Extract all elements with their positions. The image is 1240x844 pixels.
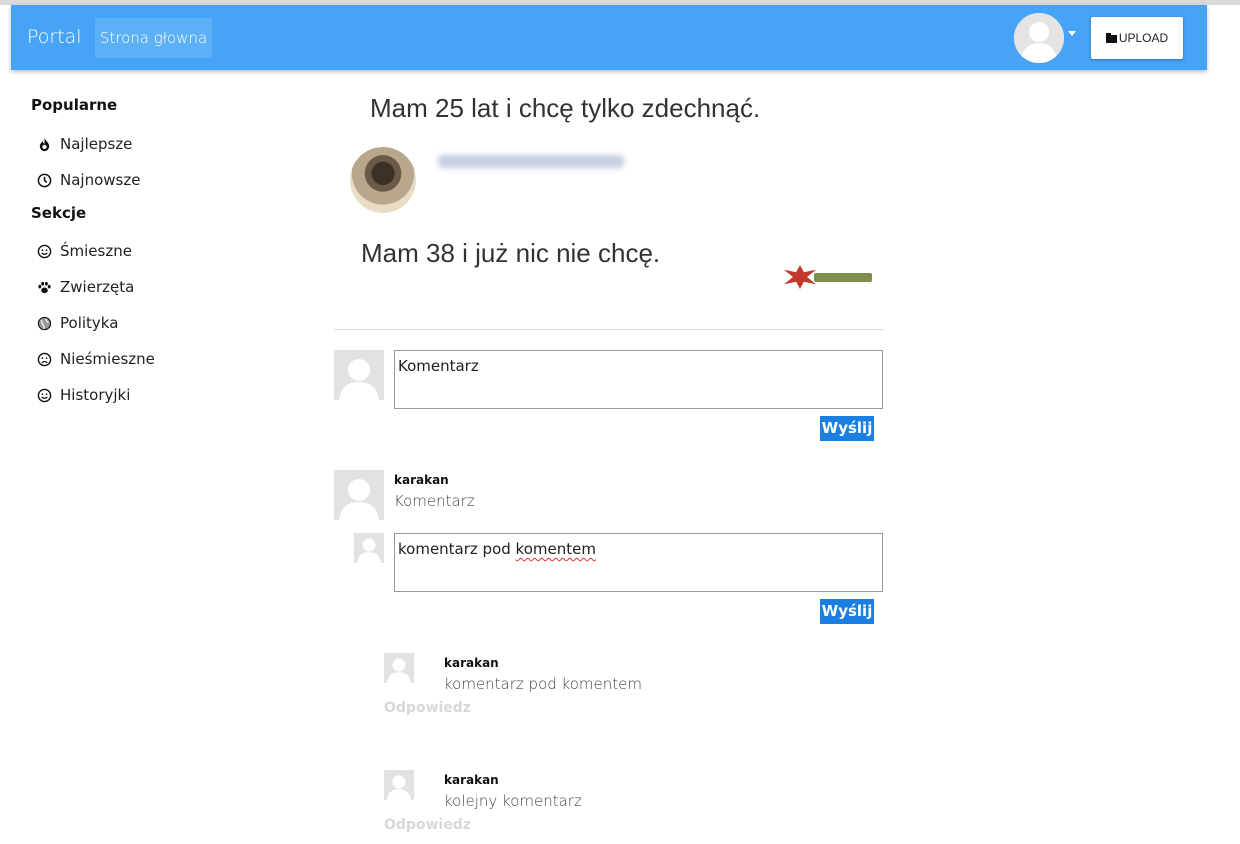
sidebar-item-zwierzeta[interactable]: Zwierzęta (31, 269, 291, 305)
sidebar: Popularne Najlepsze Najnowsze Sekcje Śmi… (31, 96, 291, 413)
sidebar-item-najlepsze[interactable]: Najlepsze (31, 126, 291, 162)
smile-icon (36, 243, 52, 259)
chevron-down-icon[interactable] (1068, 31, 1076, 36)
smile-icon (36, 387, 52, 403)
sidebar-item-label: Nieśmieszne (60, 350, 155, 368)
comment-text: Komentarz (394, 492, 475, 510)
current-user-avatar (334, 350, 384, 400)
reply-link[interactable]: Odpowiedz (384, 817, 471, 833)
sidebar-item-label: Najlepsze (60, 135, 133, 153)
nav-home-link[interactable]: Strona głowna (95, 18, 212, 58)
sidebar-item-label: Zwierzęta (60, 278, 135, 296)
reply-author-avatar (384, 770, 414, 800)
brand-link[interactable]: Portal (27, 26, 82, 48)
post-author-photo (350, 147, 416, 213)
post-text-line-1: Mam 25 lat i chcę tylko zdechnąć. (370, 93, 761, 123)
sidebar-item-najnowsze[interactable]: Najnowsze (31, 162, 291, 198)
upload-button[interactable]: UPLOAD (1091, 17, 1183, 59)
user-silhouette-icon (384, 653, 414, 683)
reply-input-value: komentarz pod komentem (398, 540, 596, 558)
watermark-logo (784, 265, 876, 291)
user-silhouette-icon (354, 533, 384, 563)
sidebar-item-label: Polityka (60, 314, 119, 332)
post-text-line-2: Mam 38 i już nic nie chcę. (361, 238, 661, 268)
fire-icon (36, 136, 52, 152)
sidebar-item-label: Historyjki (60, 386, 131, 404)
sidebar-item-label: Najnowsze (60, 171, 141, 189)
reply-author[interactable]: karakan (444, 773, 499, 787)
user-silhouette-icon (1014, 13, 1064, 63)
spellcheck-misspelled-word: komentem (515, 540, 596, 558)
globe-icon (36, 315, 52, 331)
upload-button-label: UPLOAD (1118, 31, 1169, 45)
comment-input-value: Komentarz (398, 357, 479, 375)
post-image[interactable]: Mam 25 lat i chcę tylko zdechnąć. Mam 38… (334, 85, 884, 295)
reply-user-avatar (354, 533, 384, 563)
send-reply-button[interactable]: Wyślij (820, 599, 874, 624)
sidebar-item-polityka[interactable]: Polityka (31, 305, 291, 341)
user-avatar[interactable] (1014, 13, 1064, 63)
sidebar-heading-sections: Sekcje (31, 204, 87, 222)
post-divider (334, 329, 884, 330)
sidebar-item-niesmieszne[interactable]: Nieśmieszne (31, 341, 291, 377)
reply-author[interactable]: karakan (444, 656, 499, 670)
user-silhouette-icon (334, 350, 384, 400)
reply-input[interactable]: komentarz pod komentem (394, 533, 883, 592)
reply-input-text: komentarz pod (398, 540, 516, 558)
paw-icon (36, 279, 52, 295)
user-silhouette-icon (384, 770, 414, 800)
frown-icon (36, 351, 52, 367)
reply-link[interactable]: Odpowiedz (384, 700, 471, 716)
sidebar-item-historyjki[interactable]: Historyjki (31, 377, 291, 413)
clock-icon (36, 172, 52, 188)
comment-author[interactable]: karakan (394, 473, 449, 487)
blurred-author-name (438, 155, 624, 168)
user-silhouette-icon (334, 470, 384, 520)
sidebar-item-label: Śmieszne (60, 242, 132, 260)
navbar: Portal Strona głowna UPLOAD (11, 5, 1207, 70)
sidebar-item-smieszne[interactable]: Śmieszne (31, 233, 291, 269)
comment-author-avatar (334, 470, 384, 520)
reply-text: kolejny komentarz (444, 792, 582, 810)
folder-icon (1105, 32, 1117, 43)
reply-text: komentarz pod komentem (444, 675, 642, 693)
comment-input[interactable]: Komentarz (394, 350, 883, 409)
send-comment-button[interactable]: Wyślij (820, 416, 874, 441)
sidebar-heading-popular: Popularne (31, 96, 118, 114)
reply-author-avatar (384, 653, 414, 683)
